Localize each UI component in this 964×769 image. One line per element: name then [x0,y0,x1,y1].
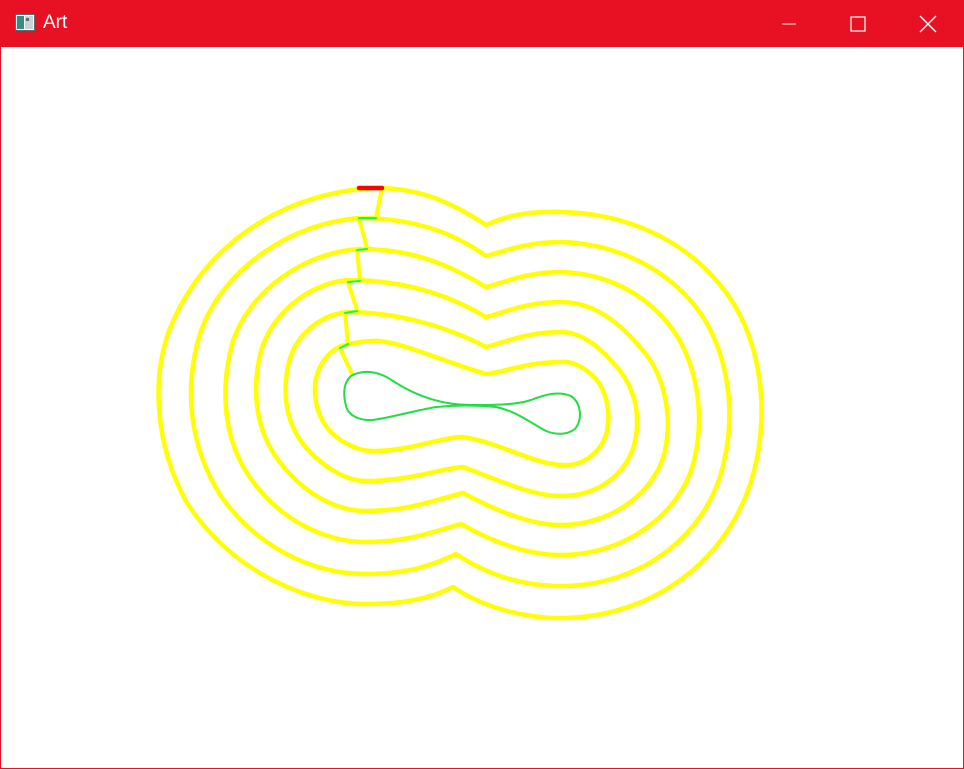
connector-4 [346,280,359,312]
connector-2 [357,216,369,250]
window-title: Art [43,12,68,33]
close-button[interactable] [893,1,963,47]
green-link-2 [356,248,368,251]
contour-ring-6 [312,338,611,468]
inner-shape [343,370,581,435]
green-link-3 [347,280,361,283]
drawing-canvas[interactable] [1,48,963,768]
window-app-icon [15,14,35,31]
maximize-icon [850,16,866,32]
app-window: Art [0,0,964,769]
contour-ring-3 [223,246,702,558]
connector-1 [374,186,384,220]
connector-3 [355,248,362,282]
contour-ring-1 [156,185,764,621]
art-drawing [156,185,764,621]
maximize-button[interactable] [823,1,893,47]
minimize-icon [782,23,796,25]
close-icon [919,15,937,33]
minimize-button[interactable] [754,1,824,47]
connector-5 [343,311,350,346]
title-bar[interactable]: Art [1,1,963,47]
connector-6 [338,346,354,376]
